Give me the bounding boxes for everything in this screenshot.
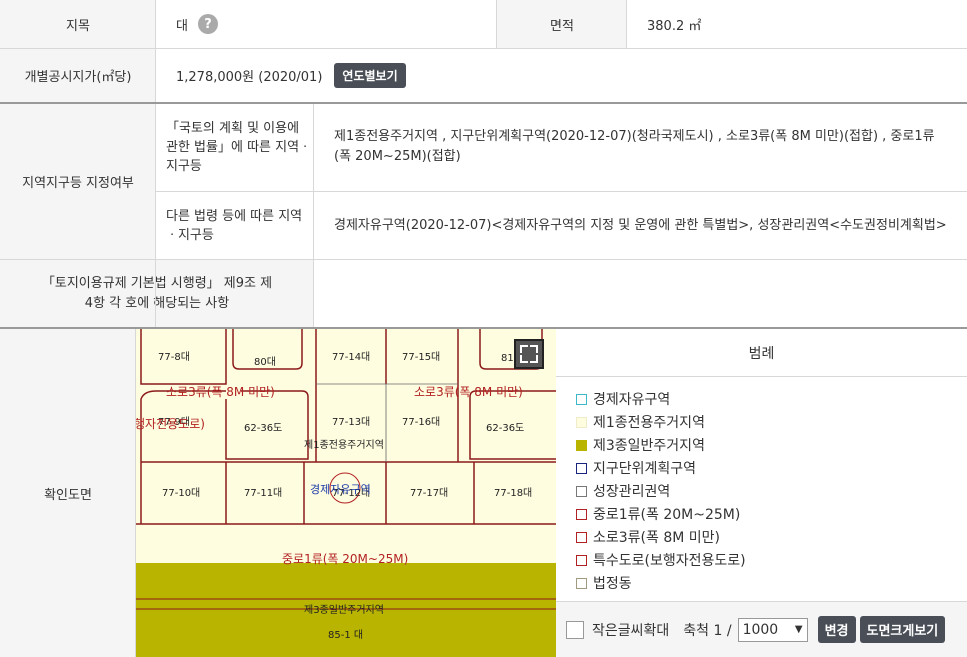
jimok-label: 지목: [0, 0, 156, 49]
map-label: 확인도면: [0, 329, 136, 657]
swatch-icon: [576, 416, 587, 428]
map-controls: 작은글씨확대 축척 1 / 1000 ▼ 변경 도면크게보기: [556, 601, 967, 657]
parcel-label: 80대: [254, 357, 276, 368]
help-icon[interactable]: ?: [197, 14, 218, 34]
legend-item: 제3종일반주거지역: [576, 435, 705, 455]
swatch-icon: [576, 393, 587, 405]
parcel-label: 85-1 대: [328, 630, 364, 641]
yearly-view-button[interactable]: 연도별보기: [334, 63, 406, 88]
legend-item: 성장관리권역: [576, 481, 670, 501]
parcel-label: 77-11대: [244, 488, 283, 499]
road-label: 소로3류(폭 8M 미만): [166, 385, 275, 399]
zone-sub2-value: 경제자유구역(2020-12-07)<경제자유구역의 지정 및 운영에 관한 특…: [314, 192, 967, 260]
parcel-map[interactable]: 77-8대 80대 77-14대 77-15대 81 77-9대 62-36도 …: [136, 329, 556, 657]
area-label: 면적: [497, 0, 627, 49]
change-scale-button[interactable]: 변경: [817, 616, 856, 643]
swatch-icon: [576, 439, 587, 451]
legend-item: 제1종전용주거지역: [576, 412, 705, 432]
parcel-label: 77-15대: [402, 352, 441, 363]
price-value-cell: 1,278,000원 (2020/01) 연도별보기: [156, 49, 967, 103]
scale-label: 축척 1 /: [683, 622, 732, 639]
parcel-label: 77-8대: [158, 352, 190, 363]
parcel-label: 62-36도: [244, 423, 283, 434]
parcel-label: 62-36도: [486, 423, 525, 434]
legend-item: 중로1류(폭 20M~25M): [576, 504, 740, 524]
enlarge-text-checkbox[interactable]: [566, 620, 584, 639]
jimok-value: 대: [176, 18, 188, 34]
jimok-value-cell: 대 ?: [156, 0, 497, 49]
zone-label: 지역지구등 지정여부: [0, 103, 156, 260]
swatch-icon: [576, 531, 587, 543]
zone-label: 경제자유구역: [310, 483, 371, 496]
zone-sub1-label: 「국토의 계획 및 이용에 관한 법률」에 따른 지역ㆍ지구등: [156, 103, 314, 192]
road-label: 소로3류(폭 8M 미만): [414, 385, 523, 399]
enlarge-map-button[interactable]: 도면크게보기: [859, 616, 946, 643]
swatch-icon: [576, 508, 587, 520]
legend-item: 특수도로(보행자전용도로): [576, 550, 746, 570]
parcel-label: 77-14대: [332, 352, 371, 363]
legend-item: 지구단위계획구역: [576, 458, 696, 478]
legend-panel: 범례 경제자유구역 제1종전용주거지역 제3종일반주거지역 지구단위계획구역 성…: [556, 329, 967, 601]
legend-item: 소로3류(폭 8M 미만): [576, 527, 720, 547]
legend-title: 범례: [556, 329, 967, 377]
swatch-icon: [576, 577, 587, 589]
price-label: 개별공시지가(㎡당): [0, 49, 156, 103]
swatch-icon: [576, 462, 587, 474]
legend-item: 법정동: [576, 573, 632, 593]
swatch-icon: [576, 485, 587, 497]
price-value: 1,278,000원 (2020/01): [176, 70, 323, 85]
parcel-label: 77-16대: [402, 417, 441, 428]
scale-select[interactable]: 1000 ▼: [737, 617, 808, 642]
legend-item: 경제자유구역: [576, 389, 670, 409]
parcel-label: 77-13대: [332, 417, 371, 428]
enlarge-text-label: 작은글씨확대: [592, 622, 670, 639]
chevron-down-icon: ▼: [794, 624, 803, 635]
area-value: 380.2 ㎡: [627, 0, 967, 49]
zone-label: 제3종일반주거지역: [304, 605, 384, 616]
zone-label: 제1종전용주거지역: [304, 440, 384, 451]
parcel-label: 81: [501, 353, 514, 364]
road-label: 행자전용도로): [136, 417, 205, 431]
swatch-icon: [576, 554, 587, 566]
regulation-value: [314, 260, 967, 328]
parcel-label: 77-10대: [162, 488, 201, 499]
zone-sub1-value: 제1종전용주거지역 , 지구단위계획구역(2020-12-07)(청라국제도시)…: [314, 103, 967, 192]
fullscreen-icon[interactable]: [514, 339, 544, 369]
regulation-label: 「토지이용규제 기본법 시행령」 제9조 제4항 각 호에 해당되는 사항: [0, 260, 314, 328]
parcel-label: 77-17대: [410, 488, 449, 499]
zone-sub2-label: 다른 법령 등에 따른 지역ㆍ지구등: [156, 192, 314, 260]
road-label: 중로1류(폭 20M~25M): [282, 552, 409, 566]
parcel-label: 77-18대: [494, 488, 533, 499]
